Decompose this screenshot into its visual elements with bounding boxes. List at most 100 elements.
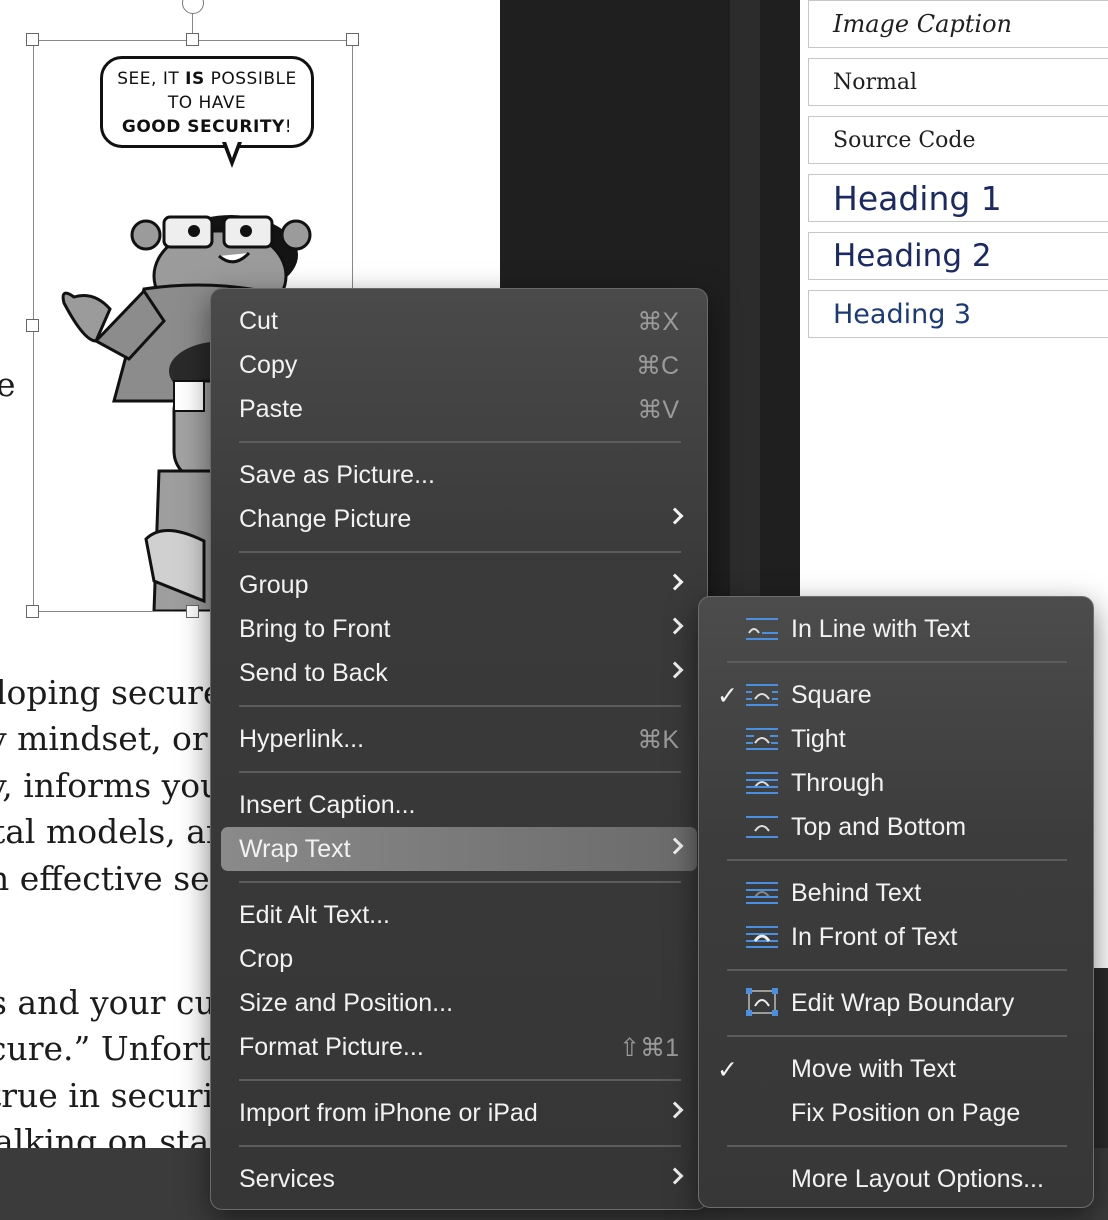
menu-item-format-picture[interactable]: Format Picture... ⇧⌘1: [221, 1025, 697, 1069]
resize-handle-bm[interactable]: [186, 605, 199, 618]
chevron-right-icon: [666, 507, 684, 525]
wrap-option-in-line[interactable]: In Line with Text: [709, 607, 1083, 651]
menu-separator: [239, 441, 681, 443]
wrap-in-front-icon: [746, 926, 778, 948]
menu-label: Insert Caption...: [239, 791, 416, 819]
style-image-caption[interactable]: Image Caption: [808, 0, 1108, 48]
wrap-option-through[interactable]: Through: [709, 761, 1083, 805]
wrap-option-square[interactable]: ✓ Square: [709, 673, 1083, 717]
chevron-right-icon: [666, 573, 684, 591]
menu-label: Copy: [239, 351, 298, 379]
menu-item-change-picture[interactable]: Change Picture: [221, 497, 697, 541]
menu-item-hyperlink[interactable]: Hyperlink... ⌘K: [221, 717, 697, 761]
wrap-top-bottom-icon: [746, 816, 778, 838]
resize-handle-tl[interactable]: [26, 33, 39, 46]
wrap-option-top-and-bottom[interactable]: Top and Bottom: [709, 805, 1083, 849]
menu-label: Save as Picture...: [239, 461, 435, 489]
style-heading-2[interactable]: Heading 2: [808, 232, 1108, 280]
wrap-tight-icon: [746, 728, 778, 750]
menu-label: Send to Back: [239, 659, 388, 687]
menu-item-save-as-picture[interactable]: Save as Picture...: [221, 453, 697, 497]
chevron-right-icon: [666, 661, 684, 679]
menu-item-copy[interactable]: Copy ⌘C: [221, 343, 697, 387]
menu-shortcut: ⇧⌘1: [619, 1034, 679, 1062]
menu-shortcut: ⌘K: [637, 726, 679, 754]
menu-separator: [239, 705, 681, 707]
doc-body-line: cure.” Unfortu: [0, 1029, 233, 1068]
wrap-inline-icon: [746, 618, 778, 640]
fix-position-on-page[interactable]: Fix Position on Page: [709, 1091, 1083, 1135]
resize-handle-bl[interactable]: [26, 605, 39, 618]
doc-partial-char: e: [0, 365, 16, 404]
wrap-option-behind-text[interactable]: Behind Text: [709, 871, 1083, 915]
style-normal[interactable]: Normal: [808, 58, 1108, 106]
menu-item-services[interactable]: Services: [221, 1157, 697, 1201]
context-menu: Cut ⌘X Copy ⌘C Paste ⌘V Save as Picture.…: [210, 288, 708, 1210]
menu-item-crop[interactable]: Crop: [221, 937, 697, 981]
menu-item-bring-to-front[interactable]: Bring to Front: [221, 607, 697, 651]
wrap-option-tight[interactable]: Tight: [709, 717, 1083, 761]
submenu-label: Square: [791, 681, 872, 709]
menu-item-insert-caption[interactable]: Insert Caption...: [221, 783, 697, 827]
submenu-separator: [727, 1145, 1067, 1147]
submenu-label: Edit Wrap Boundary: [791, 989, 1015, 1017]
menu-item-group[interactable]: Group: [221, 563, 697, 607]
gutter-divider: [730, 0, 760, 600]
menu-item-edit-alt-text[interactable]: Edit Alt Text...: [221, 893, 697, 937]
more-layout-options[interactable]: More Layout Options...: [709, 1157, 1083, 1201]
style-source-code[interactable]: Source Code: [808, 116, 1108, 164]
doc-body-line: alking on stag: [0, 1122, 231, 1148]
doc-body-line: y mindset, or h: [0, 719, 240, 758]
menu-item-cut[interactable]: Cut ⌘X: [221, 299, 697, 343]
wrap-square-icon: [746, 684, 778, 706]
doc-body-line: loping secure: [0, 673, 223, 712]
edit-wrap-boundary[interactable]: Edit Wrap Boundary: [709, 981, 1083, 1025]
bubble-line1-bold: IS: [185, 69, 205, 89]
submenu-separator: [727, 661, 1067, 663]
bubble-line3-end: !: [284, 117, 293, 137]
wrap-behind-icon: [746, 882, 778, 904]
menu-shortcut: ⌘C: [635, 352, 679, 380]
wrap-through-icon: [746, 772, 778, 794]
submenu-label: Tight: [791, 725, 846, 753]
submenu-label: In Front of Text: [791, 923, 958, 951]
menu-separator: [239, 771, 681, 773]
menu-item-send-to-back[interactable]: Send to Back: [221, 651, 697, 695]
resize-handle-tr[interactable]: [346, 33, 359, 46]
menu-label: Wrap Text: [239, 835, 351, 863]
submenu-separator: [727, 1035, 1067, 1037]
submenu-label: Through: [791, 769, 885, 797]
bubble-line3: GOOD SECURITY: [121, 117, 285, 137]
menu-label: Paste: [239, 395, 303, 423]
menu-item-wrap-text[interactable]: Wrap Text: [221, 827, 697, 871]
move-with-text[interactable]: ✓ Move with Text: [709, 1047, 1083, 1091]
style-heading-1[interactable]: Heading 1: [808, 174, 1108, 222]
rotate-handle[interactable]: [182, 0, 204, 14]
submenu-label: In Line with Text: [791, 615, 970, 643]
edit-wrap-boundary-icon: [746, 988, 778, 1016]
wrap-option-in-front-of-text[interactable]: In Front of Text: [709, 915, 1083, 959]
chevron-right-icon: [666, 1167, 684, 1185]
menu-label: Group: [239, 571, 309, 599]
resize-handle-tm[interactable]: [186, 33, 199, 46]
menu-label: Services: [239, 1165, 335, 1193]
menu-item-import-from-iphone[interactable]: Import from iPhone or iPad: [221, 1091, 697, 1135]
style-label: Heading 1: [833, 178, 1002, 218]
bubble-line2: TO HAVE: [167, 93, 247, 113]
menu-item-paste[interactable]: Paste ⌘V: [221, 387, 697, 431]
menu-separator: [239, 1079, 681, 1081]
menu-item-size-and-position[interactable]: Size and Position...: [221, 981, 697, 1025]
style-heading-3[interactable]: Heading 3: [808, 290, 1108, 338]
menu-shortcut: ⌘V: [637, 396, 679, 424]
bubble-line1-end: POSSIBLE: [210, 69, 297, 89]
menu-label: Bring to Front: [239, 615, 391, 643]
wrap-text-submenu: In Line with Text ✓ Square Tight Through…: [698, 596, 1094, 1208]
menu-label: Hyperlink...: [239, 725, 365, 753]
resize-handle-ml[interactable]: [26, 319, 39, 332]
style-label: Normal: [833, 69, 918, 95]
doc-body-line: y, informs you: [0, 766, 222, 805]
chevron-right-icon: [666, 1101, 684, 1119]
style-label: Heading 3: [833, 298, 972, 330]
doc-body-line: s and your cu: [0, 983, 216, 1022]
menu-label: Format Picture...: [239, 1033, 424, 1061]
